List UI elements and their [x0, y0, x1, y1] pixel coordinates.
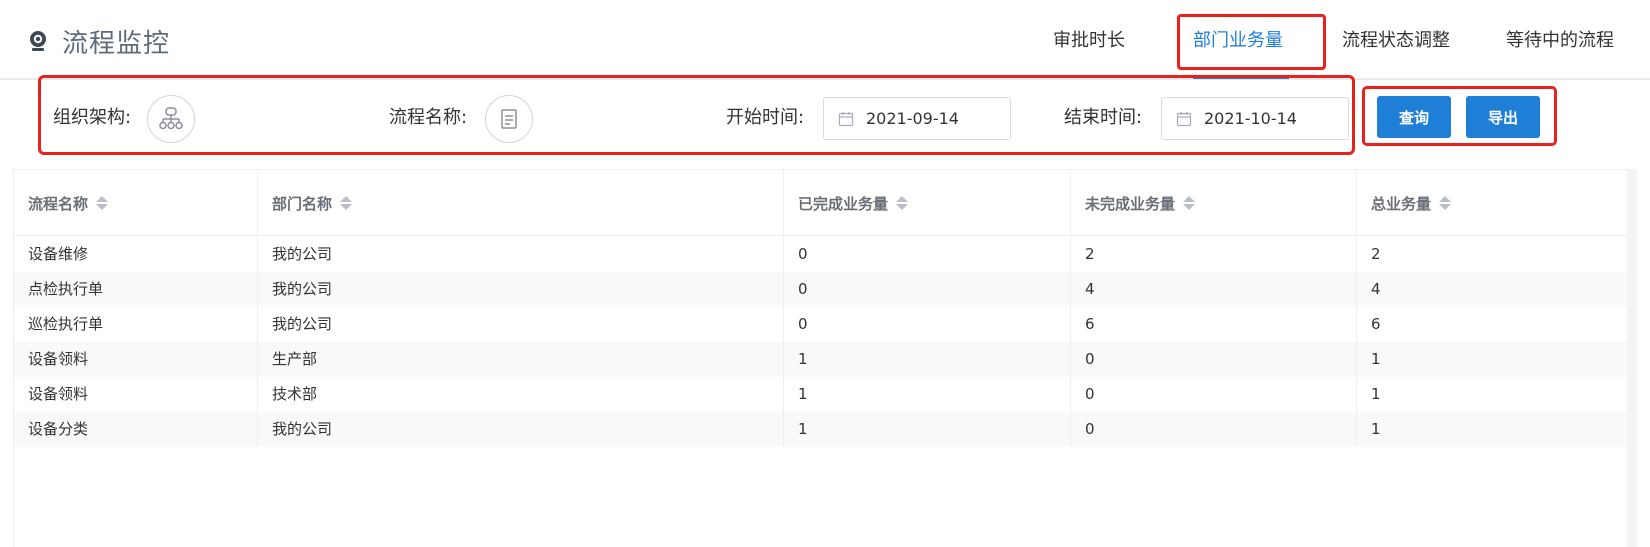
document-icon: [501, 109, 517, 129]
cell-department: 我的公司: [258, 272, 784, 307]
table-row[interactable]: 设备分类 我的公司 1 0 1: [14, 412, 1628, 447]
cell-process-name: 设备领料: [14, 377, 258, 412]
table-row[interactable]: 点检执行单 我的公司 0 4 4: [14, 272, 1628, 307]
start-date-value: 2021-09-14: [866, 109, 959, 128]
cell-incomplete: 0: [1071, 412, 1357, 447]
cell-completed: 0: [784, 307, 1071, 342]
cell-department: 技术部: [258, 377, 784, 412]
cell-total: 2: [1371, 245, 1381, 263]
page-title: 流程监控: [62, 28, 171, 59]
cell-total: 6: [1371, 315, 1381, 333]
cell-total: 1: [1371, 385, 1381, 403]
cell-completed: 1: [784, 377, 1071, 412]
column-header-completed[interactable]: 已完成业务量: [784, 170, 1071, 236]
org-picker-button[interactable]: [147, 95, 195, 143]
column-header-incomplete[interactable]: 未完成业务量: [1071, 170, 1357, 236]
table-body: 设备维修 我的公司 0 2 2 点检执行单 我的公司 0 4 4 巡检执行单 我…: [14, 237, 1628, 447]
sort-icon[interactable]: [340, 196, 353, 210]
tab-department-volume[interactable]: 部门业务量: [1193, 26, 1283, 56]
cell-incomplete: 6: [1071, 307, 1357, 342]
cell-incomplete: 0: [1071, 342, 1357, 377]
cell-completed: 0: [784, 272, 1071, 307]
column-header-total[interactable]: 总业务量: [1357, 170, 1628, 236]
cell-total: 1: [1371, 350, 1381, 368]
column-header-department[interactable]: 部门名称: [258, 170, 784, 236]
cell-process-name: 设备维修: [14, 237, 258, 272]
table-header: 流程名称 部门名称 已完成业务量 未完成业务量 总业务量: [14, 170, 1628, 236]
cell-process-name: 点检执行单: [14, 272, 258, 307]
app-title: 流程监控: [26, 24, 171, 59]
table-row[interactable]: 设备维修 我的公司 0 2 2: [14, 237, 1628, 272]
filter-highlight-box: [38, 75, 1355, 155]
webcam-icon: [30, 31, 46, 51]
process-picker-button[interactable]: [485, 95, 533, 143]
cell-incomplete: 4: [1071, 272, 1357, 307]
calendar-icon: [1176, 111, 1192, 126]
data-table: 流程名称 部门名称 已完成业务量 未完成业务量 总业务量 设备维修 我的公司 0…: [13, 169, 1637, 547]
cell-department: 我的公司: [258, 237, 784, 272]
sort-icon[interactable]: [96, 196, 109, 210]
cell-process-name: 巡检执行单: [14, 307, 258, 342]
cell-completed: 1: [784, 412, 1071, 447]
cell-total: 1: [1371, 420, 1381, 438]
cell-department: 生产部: [258, 342, 784, 377]
query-button[interactable]: 查询: [1377, 96, 1451, 138]
table-row[interactable]: 设备领料 生产部 1 0 1: [14, 342, 1628, 377]
end-time-label: 结束时间:: [1064, 107, 1143, 128]
table-row[interactable]: 巡检执行单 我的公司 0 6 6: [14, 307, 1628, 342]
cell-total: 4: [1371, 280, 1381, 298]
end-date-value: 2021-10-14: [1204, 109, 1297, 128]
export-button[interactable]: 导出: [1466, 96, 1540, 138]
sort-icon[interactable]: [1183, 196, 1196, 210]
cell-incomplete: 2: [1071, 237, 1357, 272]
cell-incomplete: 0: [1071, 377, 1357, 412]
cell-department: 我的公司: [258, 412, 784, 447]
start-time-label: 开始时间:: [726, 107, 805, 128]
tab-waiting-processes[interactable]: 等待中的流程: [1506, 26, 1614, 56]
cell-process-name: 设备分类: [14, 412, 258, 447]
header-bar: 流程监控 审批时长 部门业务量 流程状态调整 等待中的流程: [0, 0, 1650, 80]
table-row[interactable]: 设备领料 技术部 1 0 1: [14, 377, 1628, 412]
cell-department: 我的公司: [258, 307, 784, 342]
process-name-label: 流程名称:: [389, 107, 468, 128]
org-chart-icon: [159, 107, 183, 130]
table-scrollbar[interactable]: [1627, 169, 1637, 547]
cell-process-name: 设备领料: [14, 342, 258, 377]
start-date-input[interactable]: 2021-09-14: [823, 97, 1011, 140]
tab-approval-duration[interactable]: 审批时长: [1053, 26, 1125, 56]
cell-completed: 0: [784, 237, 1071, 272]
sort-icon[interactable]: [1439, 196, 1452, 210]
end-date-input[interactable]: 2021-10-14: [1161, 97, 1349, 140]
tab-process-status-adjust[interactable]: 流程状态调整: [1342, 26, 1450, 56]
calendar-icon: [838, 111, 854, 126]
org-label: 组织架构:: [53, 107, 132, 128]
cell-completed: 1: [784, 342, 1071, 377]
active-tab-indicator: [1193, 76, 1289, 79]
column-header-process-name[interactable]: 流程名称: [14, 170, 258, 236]
sort-icon[interactable]: [896, 196, 909, 210]
